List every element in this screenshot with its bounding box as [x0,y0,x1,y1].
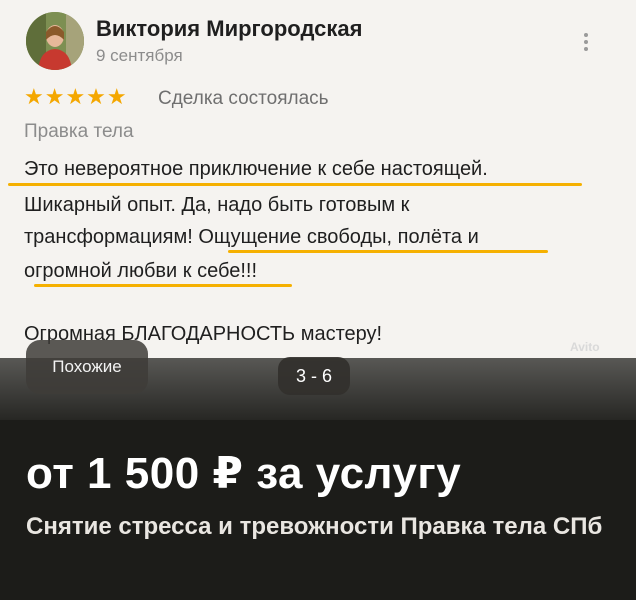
review-date: 9 сентября [96,46,183,65]
review-text-line: Это невероятное приключение к себе насто… [24,158,488,180]
highlight-underline [228,250,548,253]
avatar [26,12,84,70]
rating-stars: ★★★★★ [24,85,128,110]
deal-status: Сделка состоялась [158,88,329,109]
highlight-underline [34,284,292,287]
image-counter: 3 - 6 [278,357,350,395]
listing-title: Снятие стресса и тревожности Правка тела… [26,513,603,540]
review-text-line: трансформациям! Ощущение свободы, полёта… [24,226,479,248]
reviewer-name: Виктория Миргородская [96,16,363,41]
more-options-icon[interactable] [574,30,598,54]
similar-button[interactable]: Похожие [26,340,148,394]
review-text-line: Шикарный опыт. Да, надо быть готовым к [24,194,410,216]
avito-watermark: Avito [570,340,600,354]
review-text-line: огромной любви к себе!!! [24,260,258,282]
service-category: Правка тела [24,121,134,142]
price: от 1 500 ₽ за услугу [26,449,462,498]
highlight-underline [8,183,582,186]
